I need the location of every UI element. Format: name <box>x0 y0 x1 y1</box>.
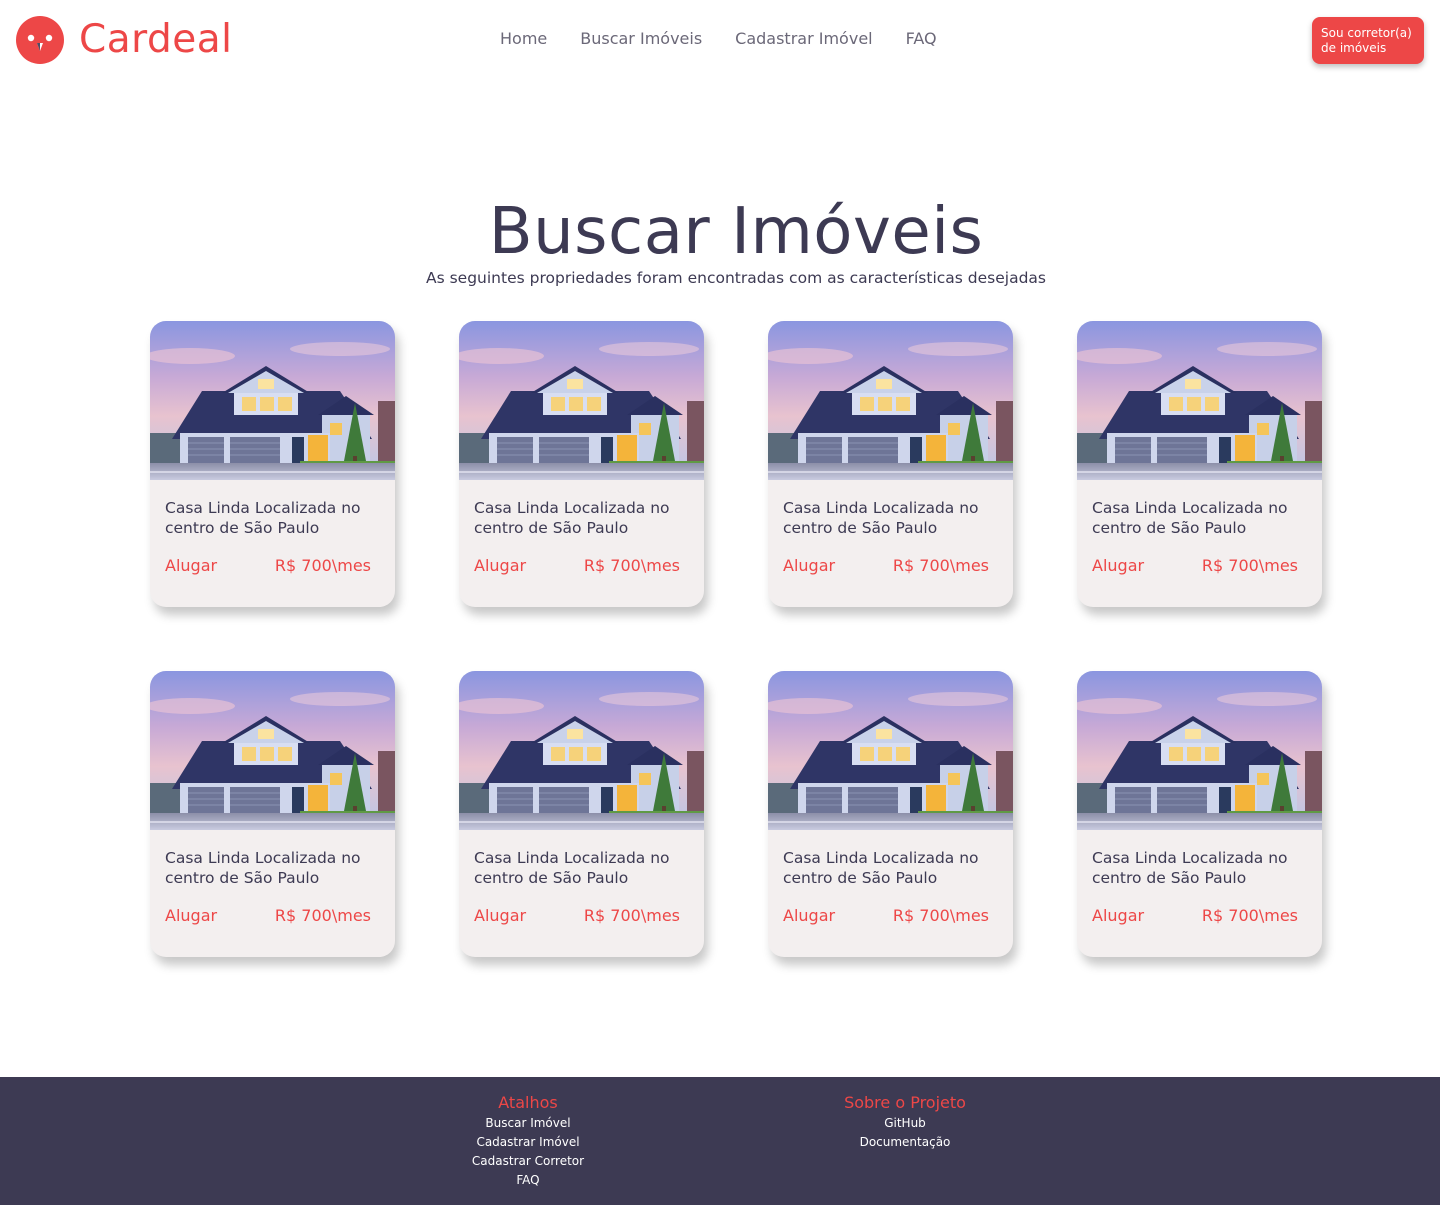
property-image <box>768 671 1013 830</box>
site-header: Cardeal Home Buscar Imóveis Cadastrar Im… <box>0 0 1440 80</box>
property-price: R$ 700\mes <box>583 906 680 925</box>
property-type: Alugar <box>783 556 836 575</box>
property-price: R$ 700\mes <box>892 556 989 575</box>
footer-link-github[interactable]: GitHub <box>805 1114 1005 1133</box>
property-title: Casa Linda Localizada no centro de São P… <box>474 499 670 537</box>
property-type: Alugar <box>165 556 218 575</box>
property-image <box>459 321 704 480</box>
footer-link-cadastrar-imovel[interactable]: Cadastrar Imóvel <box>428 1133 628 1152</box>
property-title: Casa Linda Localizada no centro de São P… <box>783 499 979 537</box>
footer-link-faq[interactable]: FAQ <box>428 1171 628 1190</box>
property-card[interactable]: Casa Linda Localizada no centro de São P… <box>768 321 1013 607</box>
footer-shortcuts-heading: Atalhos <box>498 1093 558 1112</box>
property-image <box>768 321 1013 480</box>
broker-button-line1: Sou corretor(a) <box>1321 25 1412 40</box>
property-title: Casa Linda Localizada no centro de São P… <box>165 499 361 537</box>
property-card[interactable]: Casa Linda Localizada no centro de São P… <box>150 321 395 607</box>
property-card[interactable]: Casa Linda Localizada no centro de São P… <box>1077 671 1322 957</box>
property-card[interactable]: Casa Linda Localizada no centro de São P… <box>150 671 395 957</box>
property-image <box>1077 671 1322 830</box>
property-type: Alugar <box>474 556 527 575</box>
footer-link-cadastrar-corretor[interactable]: Cadastrar Corretor <box>428 1152 628 1171</box>
property-card[interactable]: Casa Linda Localizada no centro de São P… <box>459 671 704 957</box>
property-title: Casa Linda Localizada no centro de São P… <box>783 849 979 887</box>
property-type: Alugar <box>165 906 218 925</box>
property-image <box>1077 321 1322 480</box>
broker-button[interactable]: Sou corretor(a) de imóveis <box>1312 17 1424 64</box>
footer-link-documentacao[interactable]: Documentação <box>805 1133 1005 1152</box>
property-price: R$ 700\mes <box>274 556 371 575</box>
main-nav: Home Buscar Imóveis Cadastrar Imóvel FAQ <box>500 29 970 49</box>
property-type: Alugar <box>474 906 527 925</box>
nav-cadastrar-imovel[interactable]: Cadastrar Imóvel <box>735 29 872 49</box>
property-grid: Casa Linda Localizada no centro de São P… <box>150 321 1322 957</box>
site-footer: Atalhos Buscar Imóvel Cadastrar Imóvel C… <box>0 1077 1440 1205</box>
property-title: Casa Linda Localizada no centro de São P… <box>165 849 361 887</box>
brand-name: Cardeal <box>79 17 233 62</box>
property-type: Alugar <box>783 906 836 925</box>
property-image <box>150 671 395 830</box>
brand-logo[interactable]: Cardeal <box>16 16 232 64</box>
property-image <box>459 671 704 830</box>
nav-buscar-imoveis[interactable]: Buscar Imóveis <box>580 29 702 49</box>
property-price: R$ 700\mes <box>892 906 989 925</box>
property-card[interactable]: Casa Linda Localizada no centro de São P… <box>768 671 1013 957</box>
property-title: Casa Linda Localizada no centro de São P… <box>474 849 670 887</box>
nav-faq[interactable]: FAQ <box>906 29 937 49</box>
cardinal-logo-icon <box>16 16 64 64</box>
property-type: Alugar <box>1092 556 1145 575</box>
property-image <box>150 321 395 480</box>
property-price: R$ 700\mes <box>1201 556 1298 575</box>
footer-about: Sobre o Projeto GitHub Documentação <box>805 1093 1005 1152</box>
property-card[interactable]: Casa Linda Localizada no centro de São P… <box>1077 321 1322 607</box>
property-title: Casa Linda Localizada no centro de São P… <box>1092 849 1288 887</box>
footer-about-heading: Sobre o Projeto <box>844 1093 966 1112</box>
property-price: R$ 700\mes <box>1201 906 1298 925</box>
page-title: Buscar Imóveis <box>488 195 984 269</box>
broker-button-line2: de imóveis <box>1321 40 1387 55</box>
property-price: R$ 700\mes <box>583 556 680 575</box>
footer-shortcuts: Atalhos Buscar Imóvel Cadastrar Imóvel C… <box>428 1093 628 1190</box>
property-price: R$ 700\mes <box>274 906 371 925</box>
property-title: Casa Linda Localizada no centro de São P… <box>1092 499 1288 537</box>
nav-home[interactable]: Home <box>500 29 547 49</box>
property-card[interactable]: Casa Linda Localizada no centro de São P… <box>459 321 704 607</box>
footer-link-buscar-imovel[interactable]: Buscar Imóvel <box>428 1114 628 1133</box>
property-type: Alugar <box>1092 906 1145 925</box>
page-subtitle: As seguintes propriedades foram encontra… <box>426 269 1046 287</box>
